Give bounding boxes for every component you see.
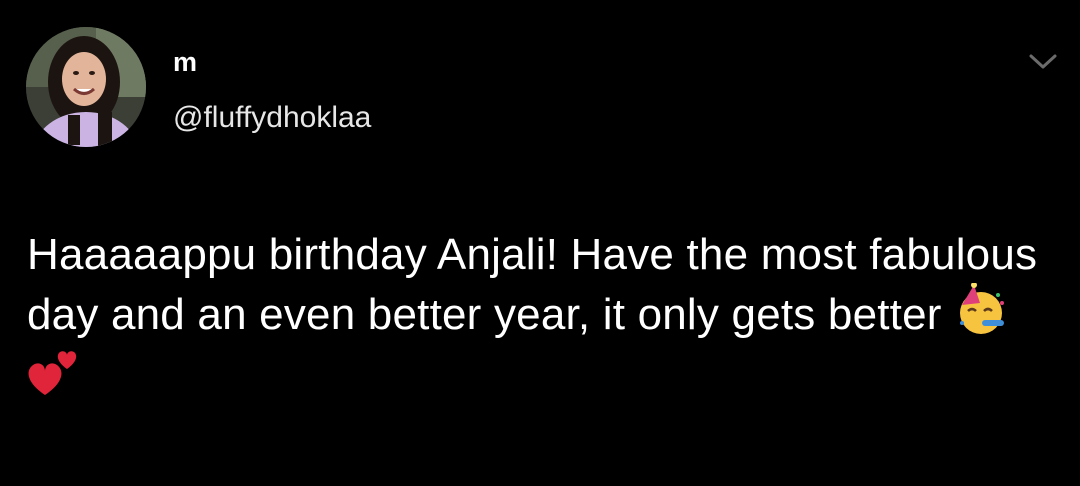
chevron-down-icon[interactable]: [1026, 48, 1060, 74]
tweet-body: Haaaaappu birthday Anjali! Have the most…: [27, 230, 1038, 339]
tweet-text: Haaaaappu birthday Anjali! Have the most…: [27, 226, 1057, 407]
tweet-card: m @fluffydhoklaa Haaaaappu birthday Anja…: [0, 0, 1080, 486]
user-handle[interactable]: @fluffydhoklaa: [173, 100, 371, 136]
display-name[interactable]: m: [173, 46, 197, 78]
avatar[interactable]: [26, 27, 146, 147]
partying-face-emoji: [954, 282, 1008, 337]
two-hearts-emoji: [23, 343, 81, 399]
profile-photo: [26, 27, 146, 147]
